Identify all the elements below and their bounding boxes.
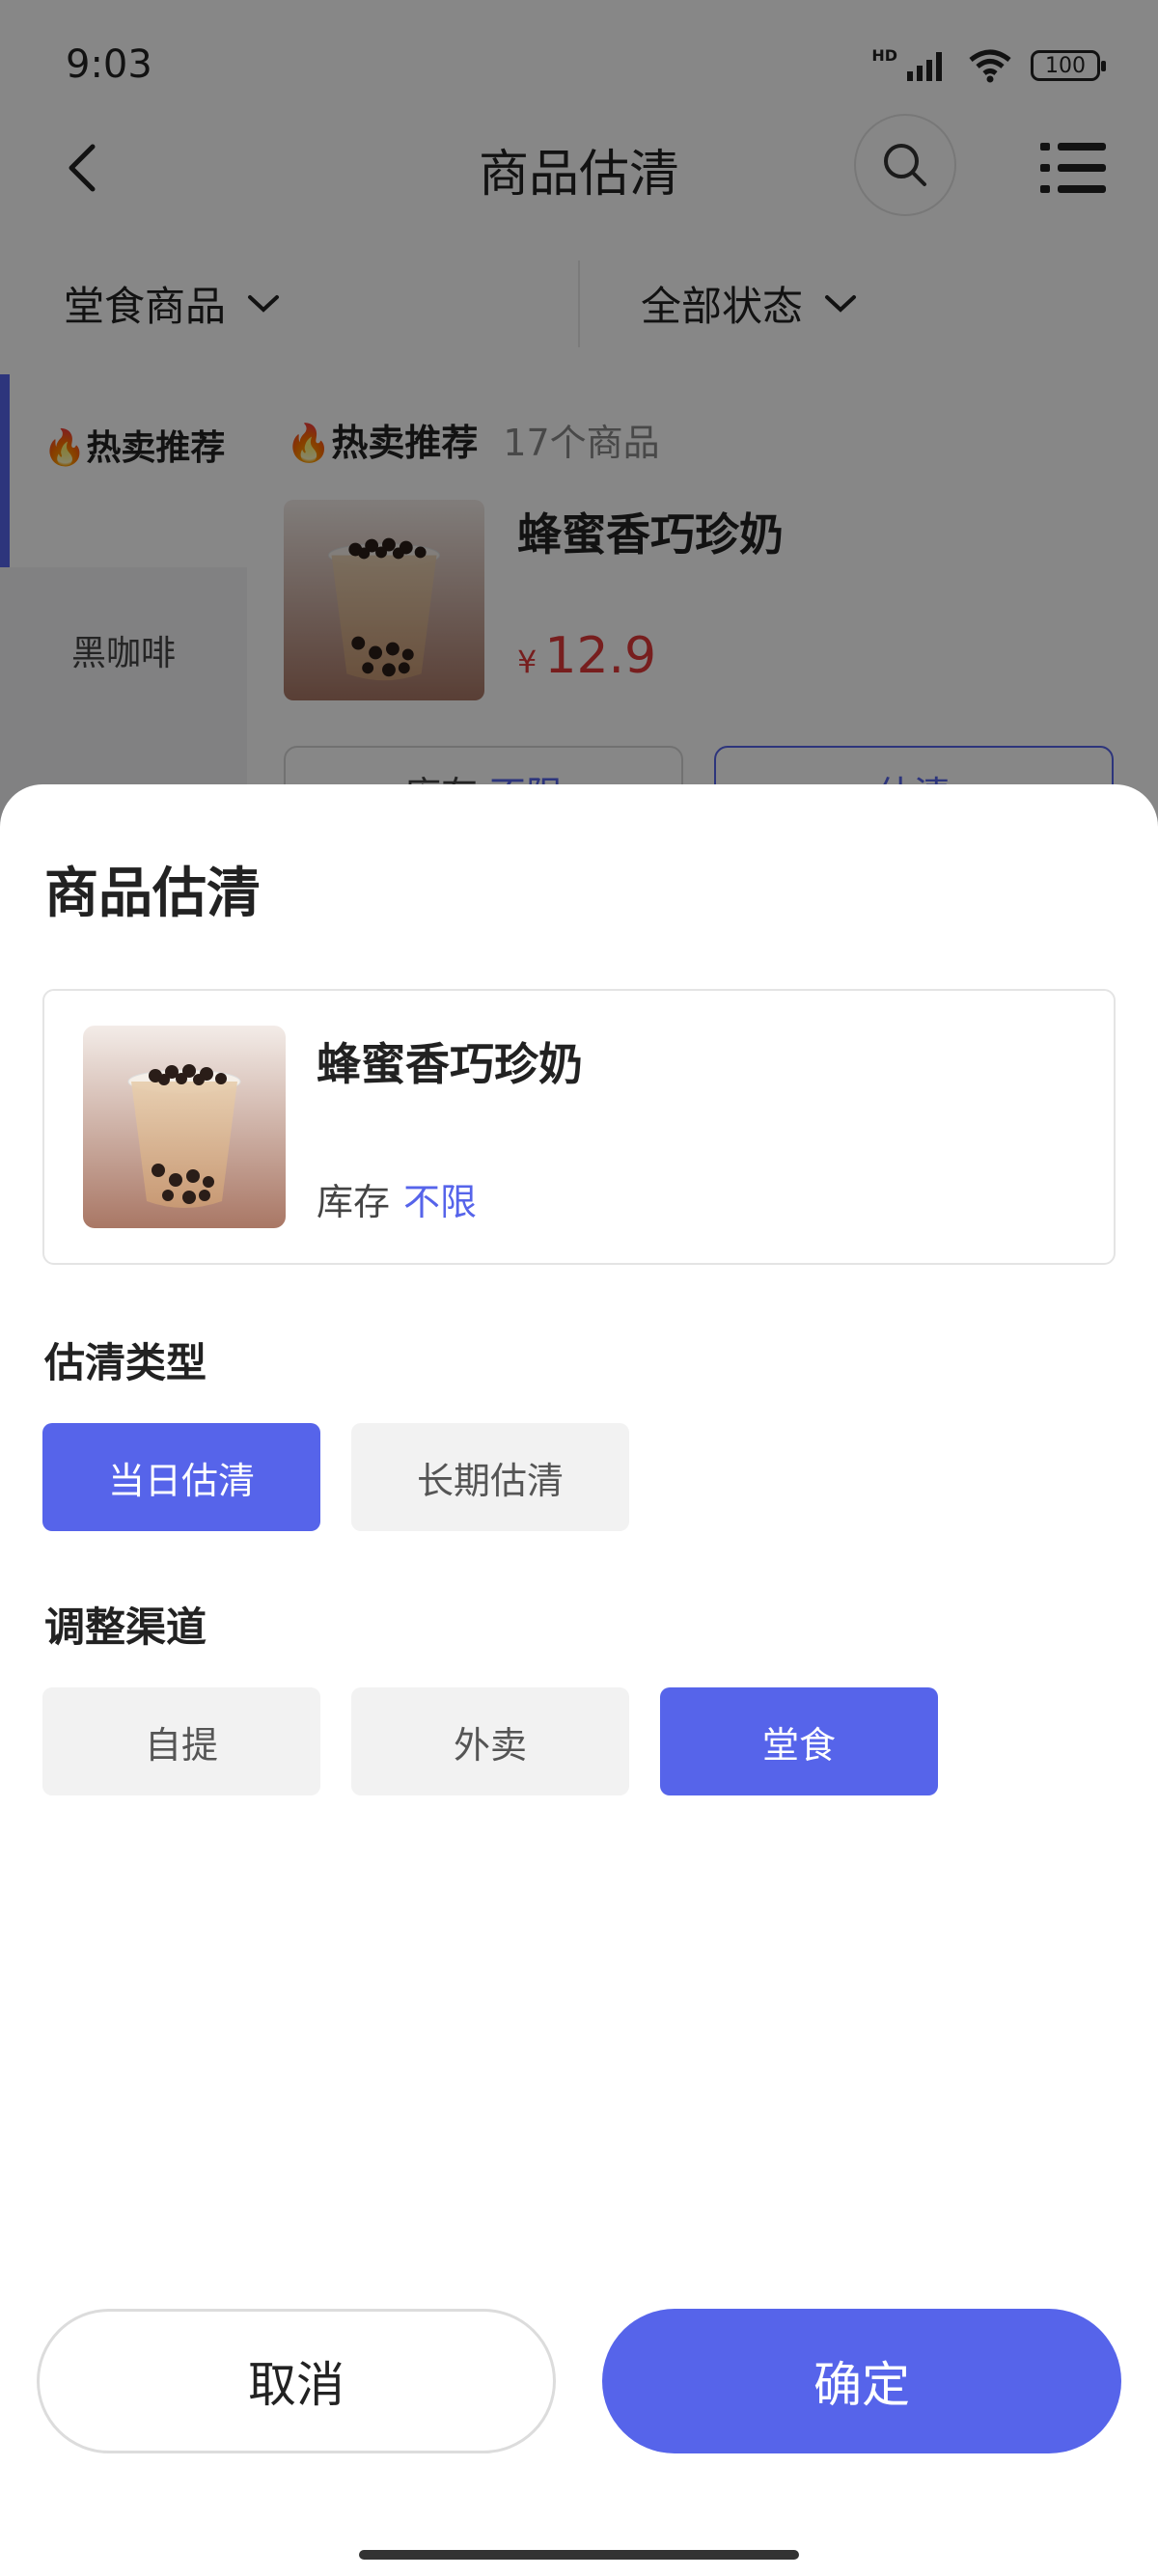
channel-option-pickup[interactable]: 自提 (42, 1687, 320, 1795)
card-stock-label: 库存 (317, 1181, 391, 1223)
channel-label: 调整渠道 (44, 1603, 207, 1651)
type-label: 估清类型 (44, 1339, 207, 1386)
cancel-button[interactable]: 取消 (37, 2309, 556, 2453)
type-option-today[interactable]: 当日估清 (42, 1423, 320, 1531)
card-stock: 库存 不限 (317, 1172, 477, 1225)
card-stock-value: 不限 (403, 1181, 478, 1223)
product-image (83, 1026, 286, 1228)
product-card: 蜂蜜香巧珍奶 库存 不限 (42, 989, 1116, 1265)
channel-option-delivery[interactable]: 外卖 (351, 1687, 629, 1795)
home-indicator (359, 2550, 799, 2560)
channel-option-dine-in[interactable]: 堂食 (660, 1687, 938, 1795)
sellout-sheet: 商品估清 蜂蜜香巧珍奶 库存 不限 估清类型 当日估清 长期估清 调整渠道 自提 … (0, 784, 1158, 2576)
card-product-name: 蜂蜜香巧珍奶 (317, 1038, 583, 1090)
type-option-long-term[interactable]: 长期估清 (351, 1423, 629, 1531)
confirm-button[interactable]: 确定 (602, 2309, 1121, 2453)
sheet-title: 商品估清 (44, 863, 261, 925)
